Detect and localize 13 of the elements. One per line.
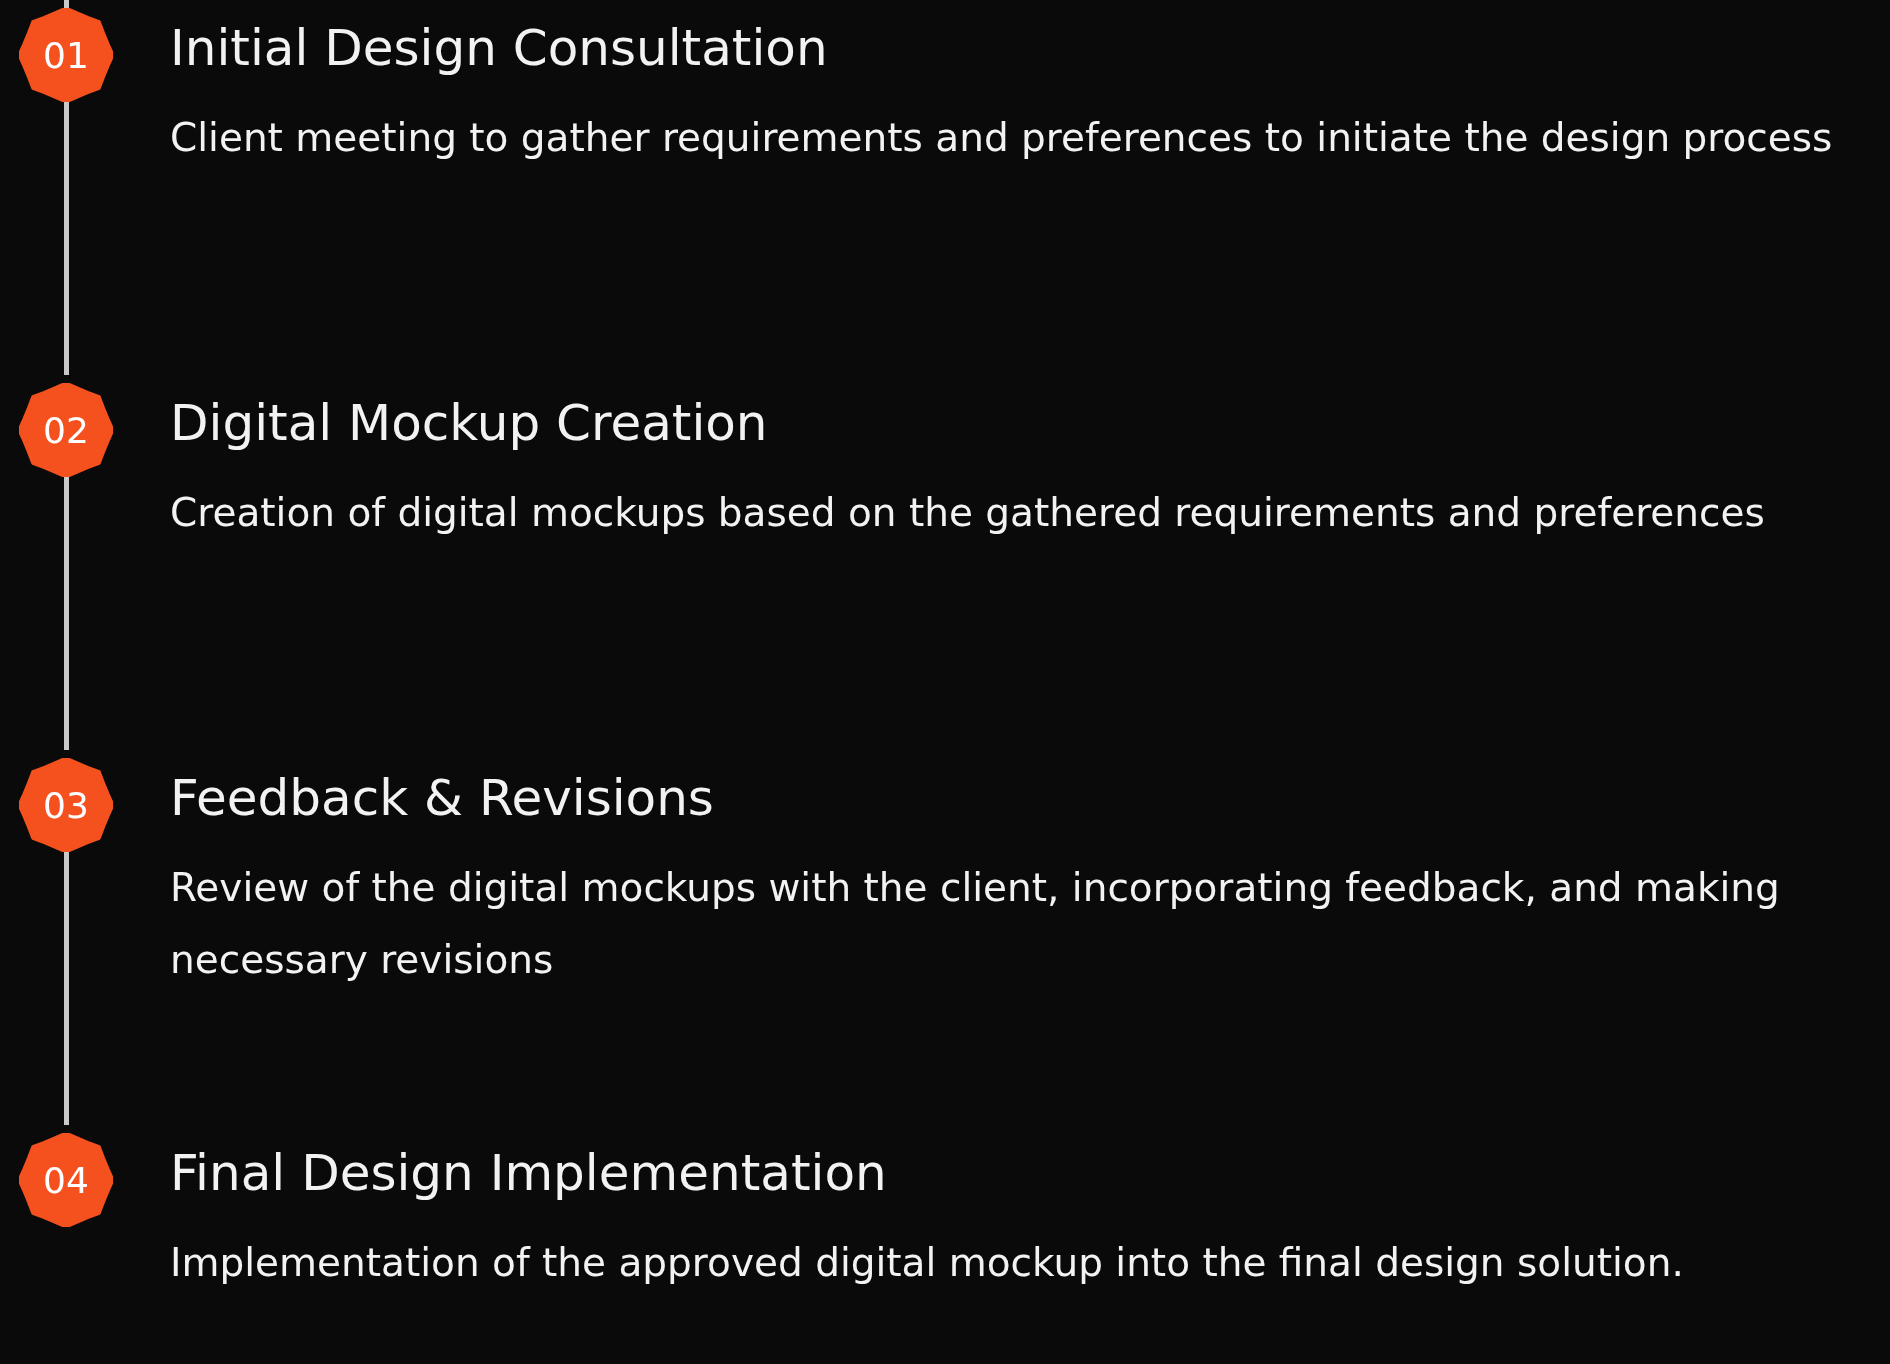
step-number-badge: 01 <box>19 8 113 102</box>
step-title: Digital Mockup Creation <box>170 393 769 454</box>
step-number-badge: 04 <box>19 1133 113 1227</box>
step-description: Review of the digital mockups with the client, incorporating feedback, and making necessary revisions <box>170 864 1781 984</box>
timeline-connector <box>63 0 69 8</box>
step-description: Client meeting to gather requirements and preferences to initiate the design process <box>170 114 1834 162</box>
step-title: Final Design Implementation <box>170 1143 888 1204</box>
step-number-badge: 02 <box>19 383 113 477</box>
step-title: Feedback & Revisions <box>170 768 715 829</box>
step-number-badge: 03 <box>19 758 113 852</box>
step-description: Creation of digital mockups based on the gathered requirements and preferences <box>170 489 1766 537</box>
step-description: Implementation of the approved digital mockup into the final design solution. <box>170 1239 1685 1287</box>
step-title: Initial Design Consultation <box>170 18 829 79</box>
